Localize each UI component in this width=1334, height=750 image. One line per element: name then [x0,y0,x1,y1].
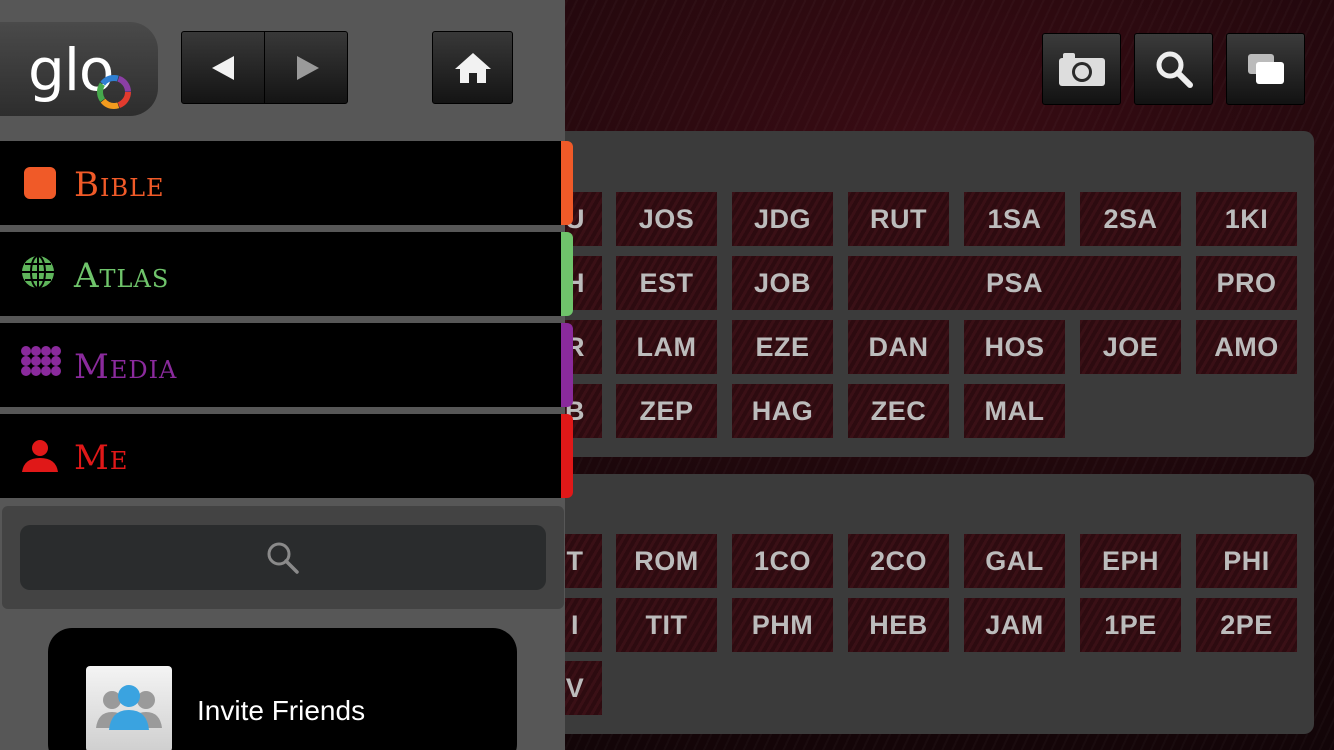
book-jos[interactable]: JOS [616,192,717,246]
menu-item-bible[interactable]: Bible [0,141,573,225]
book-pro[interactable]: PRO [1196,256,1297,310]
menu-edge [561,323,573,407]
menu-edge [561,141,573,225]
book-hag[interactable]: HAG [732,384,833,438]
camera-icon [1058,53,1105,86]
forward-button[interactable] [266,32,349,103]
book-eze[interactable]: EZE [732,320,833,374]
book-rom[interactable]: ROM [616,534,717,588]
search-button[interactable] [1134,33,1213,105]
book-rut[interactable]: RUT [848,192,949,246]
book-job[interactable]: JOB [732,256,833,310]
search-bar [2,506,564,609]
contacts-icon [86,666,172,750]
book-eph[interactable]: EPH [1080,534,1181,588]
menu-label: Me [74,438,129,478]
back-button[interactable] [182,32,265,103]
left-arrow-icon [212,55,234,80]
search-input[interactable] [20,525,546,590]
person-icon [22,440,58,472]
menu-item-atlas[interactable]: Atlas [0,232,573,316]
book-1sa[interactable]: 1SA [964,192,1065,246]
menu-item-media[interactable]: Media [0,323,573,407]
history-nav [181,31,348,104]
menu-label: Atlas [74,256,170,296]
search-icon [267,542,299,574]
book-phi[interactable]: PHI [1196,534,1297,588]
book-gal[interactable]: GAL [964,534,1065,588]
book-2pe[interactable]: 2PE [1196,598,1297,652]
side-drawer: glo Bible Atlas Media Me Invite Friends [0,0,573,750]
book-tit[interactable]: TIT [616,598,717,652]
windows-button[interactable] [1226,33,1305,105]
book-2sa[interactable]: 2SA [1080,192,1181,246]
windows-icon [1247,54,1284,84]
book-1ki[interactable]: 1KI [1196,192,1297,246]
book-lam[interactable]: LAM [616,320,717,374]
invite-friends-button[interactable]: Invite Friends [48,628,517,750]
book-amo[interactable]: AMO [1196,320,1297,374]
menu-label: Media [74,347,178,387]
book-hos[interactable]: HOS [964,320,1065,374]
book-heb[interactable]: HEB [848,598,949,652]
menu-label: Bible [74,165,165,205]
menu-edge [561,232,573,316]
bible-square-icon [24,167,56,199]
globe-icon [22,255,54,289]
right-arrow-icon [296,55,319,80]
book-1pe[interactable]: 1PE [1080,598,1181,652]
invite-friends-label: Invite Friends [197,695,366,726]
book-zep[interactable]: ZEP [616,384,717,438]
book-mal[interactable]: MAL [964,384,1065,438]
menu-item-me[interactable]: Me [0,414,573,498]
book-phm[interactable]: PHM [732,598,833,652]
menu-edge [561,414,573,498]
book-joe[interactable]: JOE [1080,320,1181,374]
book-2co[interactable]: 2CO [848,534,949,588]
search-icon [1156,51,1193,88]
book-est[interactable]: EST [616,256,717,310]
logo-tab[interactable]: glo [0,22,158,116]
book-jam[interactable]: JAM [964,598,1065,652]
home-icon [454,52,491,83]
book-zec[interactable]: ZEC [848,384,949,438]
media-grid-icon [21,346,61,376]
logo-ring-icon [97,75,131,109]
book-jdg[interactable]: JDG [732,192,833,246]
book-1co[interactable]: 1CO [732,534,833,588]
home-button[interactable] [432,31,513,104]
camera-button[interactable] [1042,33,1121,105]
book-dan[interactable]: DAN [848,320,949,374]
book-psa[interactable]: PSA [848,256,1181,310]
